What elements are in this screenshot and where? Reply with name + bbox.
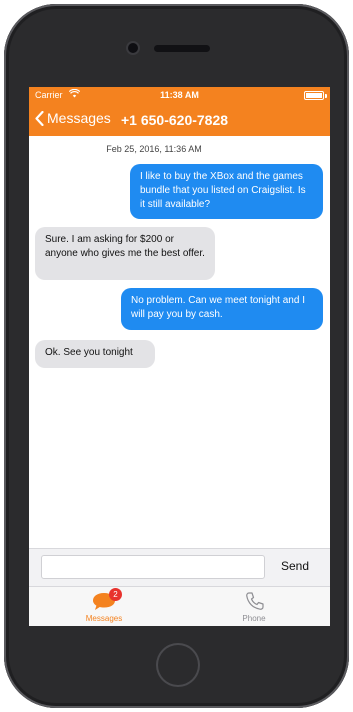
navigation-bar: Messages +1 650-620-7828 [29,104,330,136]
page-title: +1 650-620-7828 [121,112,229,128]
front-camera [128,43,138,53]
conversation-date: Feb 25, 2016, 11:36 AM [106,144,202,154]
message-input[interactable] [41,555,265,579]
message-bubble-incoming: Ok. See you tonight [35,340,155,368]
unread-badge: 2 [109,588,122,601]
tab-label: Messages [85,614,123,623]
message-bubble-incoming: Sure. I am asking for $200 or anyone who… [35,227,215,280]
tab-bar: 2 Messages Phone [29,586,330,626]
phone-frame: Carrier 11:38 AM Messages +1 650-620-782… [4,4,349,708]
status-bar: Carrier 11:38 AM [29,87,330,104]
status-time: 11:38 AM [160,90,199,100]
tab-label: Phone [242,614,266,623]
tab-messages[interactable]: 2 Messages [29,587,179,626]
tab-phone[interactable]: Phone [179,587,329,626]
earpiece-speaker [154,45,210,52]
back-button[interactable]: Messages [35,110,111,126]
message-bubble-outgoing: No problem. Can we meet tonight and I wi… [121,288,323,330]
message-composer: Send [29,548,330,587]
screen: Carrier 11:38 AM Messages +1 650-620-782… [29,87,330,626]
home-button[interactable] [156,643,200,687]
message-bubble-outgoing: I like to buy the XBox and the games bun… [130,164,323,219]
chevron-left-icon [35,110,44,126]
phone-icon [246,592,264,610]
back-button-label: Messages [47,110,111,126]
battery-icon [304,91,327,100]
send-button[interactable]: Send [281,559,309,573]
